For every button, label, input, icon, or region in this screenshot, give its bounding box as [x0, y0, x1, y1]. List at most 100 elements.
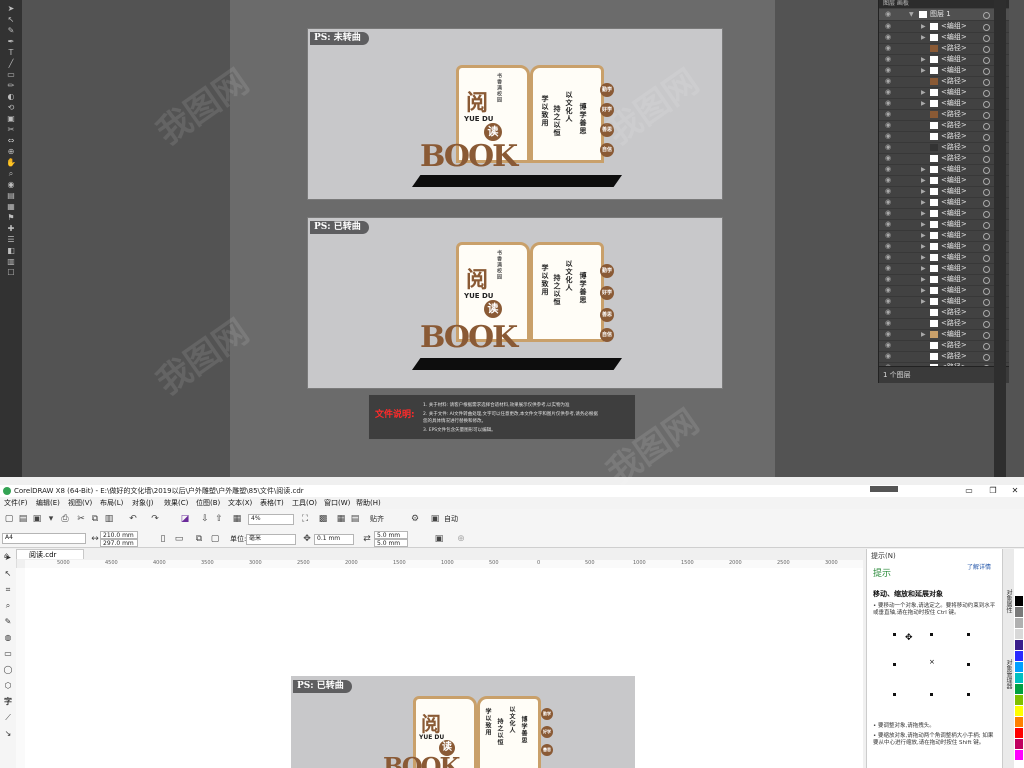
- target-icon[interactable]: [983, 46, 990, 53]
- docker-tab-object-properties[interactable]: 对象属性: [1004, 589, 1013, 613]
- eye-icon[interactable]: ◉: [885, 11, 891, 18]
- eye-icon[interactable]: ◉: [885, 254, 891, 261]
- ai-tool-icon[interactable]: ⌕: [4, 169, 18, 178]
- eye-icon[interactable]: ◉: [885, 111, 891, 118]
- duplicate-x-field[interactable]: 5.0 mm: [374, 531, 408, 539]
- layer-row-top[interactable]: ◉ ▼ 图层 1: [879, 9, 1009, 21]
- chevron-right-icon[interactable]: ▶: [921, 276, 926, 283]
- target-icon[interactable]: [983, 68, 990, 75]
- restore-icon[interactable]: ❐: [986, 485, 1000, 497]
- import-icon[interactable]: ⇩: [200, 514, 210, 524]
- target-icon[interactable]: [983, 222, 990, 229]
- ai-tool-icon[interactable]: ✚: [4, 224, 18, 233]
- eye-icon[interactable]: ◉: [885, 353, 891, 360]
- menu-item[interactable]: 效果(C): [164, 497, 188, 509]
- color-swatch[interactable]: [1015, 629, 1023, 639]
- ai-tool-icon[interactable]: ▦: [4, 202, 18, 211]
- eye-icon[interactable]: ◉: [885, 56, 891, 63]
- guidelines-icon[interactable]: ▤: [350, 514, 360, 524]
- shape-tool-icon[interactable]: ↖: [3, 569, 13, 579]
- ai-tool-icon[interactable]: ☰: [4, 235, 18, 244]
- ai-tool-icon[interactable]: ☐: [4, 268, 18, 277]
- panel-not-outlined[interactable]: PS: 未转曲 阅 YUE DU 读 书香满校园 学以致用 持之以恒 以文化人 …: [307, 28, 723, 200]
- chevron-right-icon[interactable]: ▶: [921, 287, 926, 294]
- color-swatch[interactable]: [1015, 662, 1023, 672]
- eye-icon[interactable]: ◉: [885, 210, 891, 217]
- color-swatch[interactable]: [1015, 585, 1023, 595]
- eye-icon[interactable]: ◉: [885, 45, 891, 52]
- add-icon[interactable]: ⊕: [456, 534, 466, 544]
- target-icon[interactable]: [983, 167, 990, 174]
- target-icon[interactable]: [983, 24, 990, 31]
- ai-tool-icon[interactable]: ⇔: [4, 136, 18, 145]
- chevron-right-icon[interactable]: ▶: [921, 265, 926, 272]
- target-icon[interactable]: [983, 244, 990, 251]
- color-swatch[interactable]: [1015, 607, 1023, 617]
- ai-tool-icon[interactable]: ▭: [4, 70, 18, 79]
- target-icon[interactable]: [983, 123, 990, 130]
- chevron-right-icon[interactable]: ▶: [921, 221, 926, 228]
- chevron-right-icon[interactable]: ▶: [921, 331, 926, 338]
- ai-tool-icon[interactable]: ◉: [4, 180, 18, 189]
- menu-item[interactable]: 文本(X): [228, 497, 252, 509]
- auto-dropdown[interactable]: 自动: [444, 514, 458, 524]
- drawing-canvas[interactable]: PS: 已转曲 阅 YUE DU 读 学以致用 持之以恒 以文化人 博学善思 勤…: [25, 568, 863, 768]
- connector-tool-icon[interactable]: ↘: [3, 729, 13, 739]
- color-swatch[interactable]: [1015, 728, 1023, 738]
- eye-icon[interactable]: ◉: [885, 199, 891, 206]
- eye-icon[interactable]: ◉: [885, 78, 891, 85]
- zoom-level[interactable]: 4%: [248, 514, 294, 525]
- minimize-icon[interactable]: ▭: [962, 485, 976, 497]
- chevron-down-icon[interactable]: ▼: [909, 11, 914, 18]
- ai-tool-icon[interactable]: ✂: [4, 125, 18, 134]
- chevron-right-icon[interactable]: ▶: [921, 232, 926, 239]
- ai-tool-icon[interactable]: ▤: [4, 191, 18, 200]
- units-select[interactable]: 毫米: [246, 534, 296, 545]
- target-icon[interactable]: [983, 310, 990, 317]
- ai-tool-icon[interactable]: ➤: [4, 4, 18, 13]
- eye-icon[interactable]: ◉: [885, 331, 891, 338]
- chevron-right-icon[interactable]: ▶: [921, 89, 926, 96]
- ai-tool-icon[interactable]: ╱: [4, 59, 18, 68]
- menu-item[interactable]: 位图(B): [196, 497, 220, 509]
- cut-icon[interactable]: ✂: [76, 514, 86, 524]
- show-rulers-icon[interactable]: ▩: [318, 514, 328, 524]
- chevron-right-icon[interactable]: ▶: [921, 177, 926, 184]
- smart-fill-icon[interactable]: ◍: [3, 633, 13, 643]
- target-icon[interactable]: [983, 79, 990, 86]
- menu-item[interactable]: 文件(F): [4, 497, 28, 509]
- all-pages-icon[interactable]: ⧉: [194, 534, 204, 544]
- ai-tool-icon[interactable]: ◧: [4, 246, 18, 255]
- corel-connect-icon[interactable]: ◪: [180, 514, 190, 524]
- landscape-icon[interactable]: ▭: [174, 534, 184, 544]
- freehand-tool-icon[interactable]: ✎: [3, 617, 13, 627]
- color-swatch[interactable]: [1015, 673, 1023, 683]
- new-document-icon[interactable]: ▢: [4, 514, 14, 524]
- layers-tabs[interactable]: 图层 画板: [879, 0, 1009, 8]
- color-swatch[interactable]: [1015, 596, 1023, 606]
- export-icon[interactable]: ⇧: [214, 514, 224, 524]
- open-folder-icon[interactable]: ▤: [18, 514, 28, 524]
- ai-tool-icon[interactable]: ✎: [4, 26, 18, 35]
- redo-icon[interactable]: ↷: [150, 514, 160, 524]
- chevron-right-icon[interactable]: ▶: [921, 210, 926, 217]
- eye-icon[interactable]: ◉: [885, 232, 891, 239]
- color-swatch[interactable]: [1015, 695, 1023, 705]
- target-icon[interactable]: [983, 134, 990, 141]
- color-swatch[interactable]: [1015, 717, 1023, 727]
- menu-item[interactable]: 帮助(H): [356, 497, 381, 509]
- target-icon[interactable]: [983, 178, 990, 185]
- eye-icon[interactable]: ◉: [885, 23, 891, 30]
- eye-icon[interactable]: ◉: [885, 89, 891, 96]
- menu-item[interactable]: 视图(V): [68, 497, 92, 509]
- color-swatch[interactable]: [1015, 651, 1023, 661]
- target-icon[interactable]: [983, 343, 990, 350]
- full-screen-icon[interactable]: ⛶: [300, 514, 310, 524]
- chevron-right-icon[interactable]: ▶: [921, 166, 926, 173]
- page-size-select[interactable]: A4: [2, 533, 86, 544]
- copy-icon[interactable]: ⧉: [90, 514, 100, 524]
- target-icon[interactable]: [983, 12, 990, 19]
- target-icon[interactable]: [983, 156, 990, 163]
- gear-icon[interactable]: ⚙: [410, 514, 420, 524]
- menu-item[interactable]: 布局(L): [100, 497, 123, 509]
